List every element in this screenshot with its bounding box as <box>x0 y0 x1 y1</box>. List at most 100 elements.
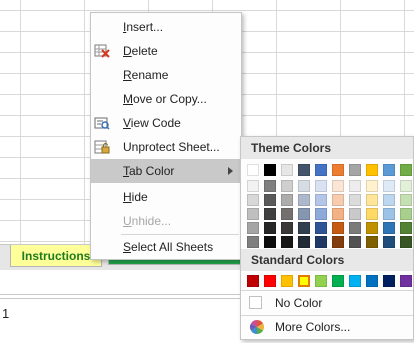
theme-color-swatch[interactable] <box>349 208 361 220</box>
theme-color-swatch[interactable] <box>400 180 412 192</box>
menu-item-label: Hide <box>123 190 148 204</box>
theme-color-swatch[interactable] <box>264 236 276 248</box>
menu-item-label: Unprotect Sheet... <box>123 140 220 154</box>
theme-color-swatch[interactable] <box>332 164 344 176</box>
theme-color-swatch[interactable] <box>298 180 310 192</box>
standard-color-swatch[interactable] <box>400 275 412 287</box>
sheet-tab-instructions[interactable]: Instructions <box>10 245 102 267</box>
theme-color-swatch[interactable] <box>383 236 395 248</box>
theme-color-swatch[interactable] <box>366 180 378 192</box>
theme-color-swatch[interactable] <box>315 208 327 220</box>
theme-color-swatch[interactable] <box>400 164 412 176</box>
menu-item-label: Select All Sheets <box>123 240 214 254</box>
more-colors-option[interactable]: More Colors... <box>241 315 413 339</box>
theme-color-swatch[interactable] <box>349 194 361 206</box>
menu-item-label: Unhide... <box>123 214 172 228</box>
menu-item-move-or-copy[interactable]: Move or Copy... <box>91 87 241 111</box>
theme-color-swatch[interactable] <box>349 236 361 248</box>
theme-color-swatch[interactable] <box>264 180 276 192</box>
standard-color-swatch[interactable] <box>383 275 395 287</box>
theme-color-swatch[interactable] <box>349 222 361 234</box>
menu-item-unprotect-sheet[interactable]: Unprotect Sheet... <box>91 135 241 159</box>
sheet-tab-label: Instructions <box>21 249 91 263</box>
menu-item-unhide: Unhide... <box>91 209 241 233</box>
theme-color-swatch[interactable] <box>400 208 412 220</box>
theme-color-swatch[interactable] <box>315 222 327 234</box>
delete-sheet-icon <box>94 43 110 59</box>
theme-color-swatch[interactable] <box>400 222 412 234</box>
theme-color-swatch[interactable] <box>315 236 327 248</box>
theme-color-swatch[interactable] <box>281 208 293 220</box>
theme-color-swatch[interactable] <box>281 222 293 234</box>
theme-color-swatch[interactable] <box>247 180 259 192</box>
theme-color-swatch[interactable] <box>366 208 378 220</box>
theme-color-swatch[interactable] <box>315 180 327 192</box>
menu-item-hide[interactable]: Hide <box>91 185 241 209</box>
view-code-icon <box>94 115 110 131</box>
standard-color-swatch[interactable] <box>281 275 293 287</box>
theme-color-swatch[interactable] <box>315 164 327 176</box>
theme-color-swatch[interactable] <box>247 164 259 176</box>
standard-color-swatch[interactable] <box>349 275 361 287</box>
menu-item-insert[interactable]: Insert... <box>91 15 241 39</box>
theme-color-swatch[interactable] <box>349 164 361 176</box>
theme-color-swatch[interactable] <box>247 236 259 248</box>
theme-color-swatch[interactable] <box>332 222 344 234</box>
theme-color-swatch[interactable] <box>247 222 259 234</box>
cell-value: 1 <box>2 306 10 321</box>
more-colors-label: More Colors... <box>275 320 351 334</box>
standard-color-swatch[interactable] <box>315 275 327 287</box>
theme-color-swatch[interactable] <box>383 222 395 234</box>
menu-item-label: Insert... <box>123 20 164 34</box>
theme-color-swatch[interactable] <box>264 208 276 220</box>
menu-item-delete[interactable]: Delete <box>91 39 241 63</box>
theme-color-swatch[interactable] <box>264 194 276 206</box>
theme-color-swatch[interactable] <box>332 236 344 248</box>
no-color-option[interactable]: No Color <box>241 291 413 315</box>
standard-color-swatch[interactable] <box>264 275 276 287</box>
theme-color-swatch[interactable] <box>383 164 395 176</box>
menu-item-rename[interactable]: Rename <box>91 63 241 87</box>
theme-color-swatch[interactable] <box>383 180 395 192</box>
menu-item-view-code[interactable]: View Code <box>91 111 241 135</box>
theme-color-swatch[interactable] <box>366 194 378 206</box>
theme-color-swatch[interactable] <box>247 194 259 206</box>
theme-color-swatch[interactable] <box>281 236 293 248</box>
theme-color-swatch[interactable] <box>366 222 378 234</box>
theme-color-swatch[interactable] <box>281 194 293 206</box>
theme-color-swatch[interactable] <box>298 164 310 176</box>
standard-color-swatch[interactable] <box>297 274 311 288</box>
theme-color-swatch[interactable] <box>247 208 259 220</box>
theme-color-swatch[interactable] <box>400 194 412 206</box>
theme-color-swatch[interactable] <box>332 180 344 192</box>
theme-color-swatch[interactable] <box>400 236 412 248</box>
sheet-context-menu: Insert... Delete Rename Move or Copy... <box>90 12 242 260</box>
standard-colors-header: Standard Colors <box>241 249 413 271</box>
theme-color-swatch[interactable] <box>332 194 344 206</box>
menu-item-select-all-sheets[interactable]: Select All Sheets <box>91 235 241 259</box>
theme-color-swatch[interactable] <box>383 194 395 206</box>
menu-item-label: Tab Color <box>123 164 175 178</box>
theme-color-swatch[interactable] <box>366 164 378 176</box>
standard-color-swatch[interactable] <box>247 275 259 287</box>
theme-color-swatch[interactable] <box>298 236 310 248</box>
theme-color-swatch[interactable] <box>366 236 378 248</box>
theme-color-swatch[interactable] <box>298 208 310 220</box>
theme-color-swatch[interactable] <box>264 164 276 176</box>
menu-item-label: Delete <box>123 44 158 58</box>
theme-color-swatch[interactable] <box>264 222 276 234</box>
theme-color-swatch[interactable] <box>298 222 310 234</box>
standard-color-swatch[interactable] <box>366 275 378 287</box>
theme-color-swatch[interactable] <box>281 164 293 176</box>
menu-item-tab-color[interactable]: Tab Color <box>91 159 241 183</box>
gridline <box>0 10 414 11</box>
theme-color-swatch[interactable] <box>298 194 310 206</box>
theme-color-swatch[interactable] <box>281 180 293 192</box>
theme-color-swatch[interactable] <box>332 208 344 220</box>
gridline <box>84 0 85 268</box>
theme-color-swatch[interactable] <box>349 180 361 192</box>
standard-color-swatch[interactable] <box>332 275 344 287</box>
theme-colors-header: Theme Colors <box>241 137 413 159</box>
theme-color-swatch[interactable] <box>315 194 327 206</box>
theme-color-swatch[interactable] <box>383 208 395 220</box>
